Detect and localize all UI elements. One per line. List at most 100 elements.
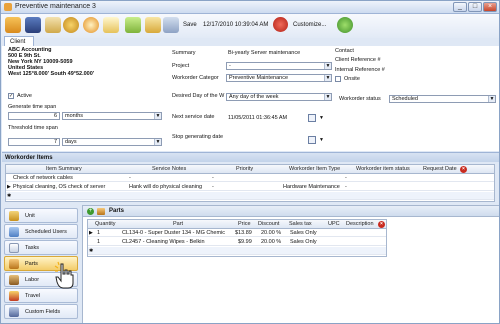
column-service-notes[interactable]: Service Notes (152, 166, 186, 172)
sidebar-item-custom-fields[interactable]: Custom Fields (4, 304, 78, 319)
table-row[interactable]: ▶ Physical cleaning, OS check of server … (6, 183, 494, 191)
column-part[interactable]: Part (173, 221, 183, 227)
column-request-date[interactable]: Request Date (423, 166, 457, 172)
threshold-time-span-label: Threshold time span (8, 125, 58, 131)
column-description[interactable]: Description (346, 221, 374, 227)
gear-icon[interactable] (63, 17, 79, 33)
toolbar: Save 12/17/2010 10:39:04 AM Customize... (1, 14, 499, 38)
row-pointer-icon: ▶ (7, 184, 11, 190)
sidebar-item-tasks[interactable]: Tasks (4, 240, 78, 255)
tab-client[interactable]: Client (4, 36, 34, 46)
column-discount[interactable]: Discount (258, 221, 279, 227)
sidebar-item-label: Parts (25, 261, 38, 267)
quantity-cell: 1 (97, 230, 101, 236)
notes-icon[interactable] (103, 17, 119, 33)
next-service-date-label: Next service date (172, 114, 215, 120)
pin-icon[interactable] (145, 17, 161, 33)
chevron-down-icon[interactable]: ▼ (319, 115, 324, 121)
workorder-item-type-cell: Hardware Maintenance (283, 184, 340, 190)
client-reference-label: Client Reference # (335, 57, 381, 63)
chevron-down-icon: ▼ (324, 75, 331, 81)
chevron-down-icon: ▼ (154, 139, 161, 145)
summary-value[interactable]: Bi-yearly Server maintenance (228, 50, 300, 56)
client-coordinates: West 125°8.000' South 49°52.000' (8, 71, 95, 77)
users-icon (9, 227, 19, 237)
generate-unit-dropdown[interactable]: months ▼ (62, 112, 162, 120)
tasks-icon (9, 243, 19, 253)
maximize-button[interactable]: □ (468, 2, 482, 12)
item-summary-cell: Physical cleaning, OS check of server (13, 184, 106, 190)
preventive-maintenance-window: Preventive maintenance 3 _ □ × Save 12/1… (0, 0, 500, 324)
threshold-unit-dropdown[interactable]: days ▼ (62, 138, 162, 146)
chevron-down-icon[interactable]: ▼ (319, 137, 324, 143)
save-document-icon[interactable] (163, 17, 179, 33)
column-workorder-item-type[interactable]: Workorder Item Type (289, 166, 340, 172)
threshold-value-field[interactable]: 7 (8, 138, 60, 146)
sidebar-item-label: Scheduled Users (25, 229, 67, 235)
sidebar-item-label: Unit (25, 213, 35, 219)
workorder-status-label: Workorder status (339, 96, 381, 102)
table-row[interactable]: ▶ 1 CL134-0 - Super Duster 134 - MG Chem… (88, 229, 386, 237)
minimize-button[interactable]: _ (453, 2, 467, 12)
sidebar-item-label: Tasks (25, 245, 40, 251)
table-row[interactable]: Check of network cables - - - (6, 174, 494, 182)
desired-day-dropdown[interactable]: Any day of the week ▼ (226, 93, 332, 101)
generate-unit: months (65, 113, 84, 119)
workorder-status-cell: - (345, 184, 347, 190)
delete-icon[interactable] (273, 17, 288, 32)
generate-value: 6 (53, 113, 57, 119)
calendar-icon[interactable] (308, 136, 316, 144)
column-item-summary[interactable]: Item Summary (46, 166, 82, 172)
column-sales-tax[interactable]: Sales tax (289, 221, 312, 227)
sidebar-item-unit[interactable]: Unit (4, 208, 78, 223)
customize-button[interactable]: Customize... (293, 22, 326, 28)
close-button[interactable]: × (483, 2, 497, 12)
parts-icon (9, 259, 19, 269)
column-upc[interactable]: UPC (328, 221, 340, 227)
calendar-icon[interactable] (308, 114, 316, 122)
client-panel: ABC Accounting 500 E 9th St. New York NY… (2, 46, 499, 151)
sidebar-item-scheduled-users[interactable]: Scheduled Users (4, 224, 78, 239)
title-bar: Preventive maintenance 3 _ □ × (1, 1, 499, 14)
help-icon[interactable] (337, 17, 353, 33)
project-value: - (229, 63, 231, 69)
save-icon[interactable] (25, 17, 41, 33)
desired-day-label: Desired Day of the W (172, 93, 225, 99)
print-icon[interactable] (45, 17, 61, 33)
desired-day-value: Any day of the week (229, 94, 279, 100)
table-row[interactable]: 1 CL2457 - Cleaning Wipes - Belkin $9.99… (88, 238, 386, 246)
save-button[interactable]: Save (183, 22, 197, 28)
project-dropdown[interactable]: - ▼ (226, 62, 332, 70)
active-label: Active (17, 93, 32, 99)
column-workorder-item-status[interactable]: Workorder item status (356, 166, 410, 172)
column-price[interactable]: Price (238, 221, 251, 227)
delete-row-icon[interactable]: × (378, 221, 385, 228)
part-cell: CL134-0 - Super Duster 134 - MG Chemic (122, 230, 226, 236)
summary-label: Summary (172, 50, 196, 56)
generate-value-field[interactable]: 6 (8, 112, 60, 120)
add-icon[interactable]: + (87, 208, 94, 215)
column-priority[interactable]: Priority (236, 166, 253, 172)
custom-fields-icon (9, 307, 19, 317)
workorder-status-dropdown[interactable]: Scheduled ▼ (389, 95, 496, 103)
delete-row-icon[interactable]: × (460, 166, 467, 173)
menu-icon[interactable] (5, 17, 21, 33)
new-row[interactable]: ✱ (6, 192, 494, 200)
workorder-items-header: Workorder Items (2, 152, 499, 162)
priority-cell: - (212, 184, 214, 190)
onsite-checkbox[interactable] (335, 76, 341, 82)
window-controls: _ □ × (453, 2, 497, 12)
active-checkbox[interactable]: ✓ (8, 93, 14, 99)
next-service-date-value[interactable]: 11/05/2011 01:36:45 AM (228, 115, 287, 121)
grid-header: Quantity Part Price Discount Sales tax U… (88, 220, 386, 229)
tag-icon[interactable] (125, 17, 141, 33)
parts-panel: + Parts Quantity Part Price Discount Sal… (82, 205, 499, 323)
priority-cell: - (212, 175, 214, 181)
discount-cell: 20.00 % (261, 230, 282, 236)
new-row[interactable]: ✱ (88, 247, 386, 255)
workorder-category-dropdown[interactable]: Preventive Maintenance ▼ (226, 74, 332, 82)
column-quantity[interactable]: Quantity (95, 221, 115, 227)
clock-icon[interactable] (83, 17, 99, 33)
parts-header: + Parts (83, 206, 499, 217)
parts-title: Parts (109, 208, 125, 214)
